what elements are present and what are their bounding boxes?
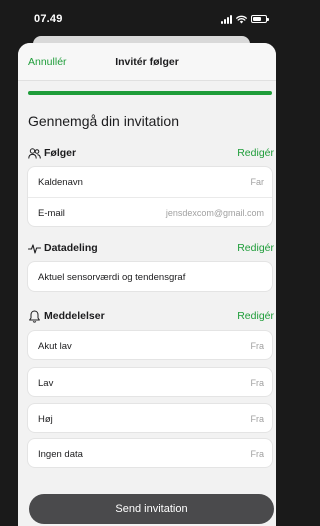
alert-value: Fra xyxy=(250,341,265,351)
email-value: jensdexcom@gmail.com xyxy=(165,208,264,218)
data-sharing-row: Aktuel sensorværdi og tendensgraf xyxy=(28,262,272,292)
people-icon xyxy=(28,148,41,159)
status-bar: 07.49 xyxy=(0,0,283,40)
alert-low-row: Lav Fra xyxy=(28,368,272,398)
pulse-icon xyxy=(28,244,41,254)
signal-icon xyxy=(221,14,232,24)
edit-follower-button[interactable]: Redigér xyxy=(237,147,274,159)
review-heading: Gennemgå din invitation xyxy=(28,113,179,129)
data-sharing-value: Aktuel sensorværdi og tendensgraf xyxy=(38,272,186,283)
bell-icon xyxy=(29,310,40,323)
alert-label: Høj xyxy=(38,414,53,425)
alert-no-data-row: Ingen data Fra xyxy=(28,439,272,469)
edit-data-sharing-button[interactable]: Redigér xyxy=(237,242,274,254)
data-sharing-card: Aktuel sensorværdi og tendensgraf xyxy=(27,261,273,292)
alert-no-data-card: Ingen data Fra xyxy=(27,438,273,468)
alert-value: Fra xyxy=(250,449,265,459)
alert-low-card: Lav Fra xyxy=(27,367,273,397)
follower-section-title: Følger xyxy=(44,147,77,159)
status-time: 07.49 xyxy=(34,13,63,25)
data-sharing-section-title: Datadeling xyxy=(44,242,98,254)
alert-label: Akut lav xyxy=(38,341,72,352)
follower-section-header: Følger Redigér xyxy=(28,146,274,162)
alert-value: Fra xyxy=(250,378,265,388)
nav-bar: Annullér Invitér følger xyxy=(18,43,276,81)
alert-urgent-low-row: Akut lav Fra xyxy=(28,331,272,361)
status-icons xyxy=(221,13,269,25)
send-invitation-button[interactable]: Send invitation xyxy=(29,494,274,524)
wifi-icon xyxy=(236,15,247,23)
battery-icon xyxy=(251,15,269,23)
alert-label: Ingen data xyxy=(38,449,83,460)
alert-high-row: Høj Fra xyxy=(28,404,272,434)
nickname-value: Far xyxy=(250,177,265,187)
email-label: E-mail xyxy=(38,208,65,219)
alert-urgent-low-card: Akut lav Fra xyxy=(27,330,273,360)
email-row: E-mail jensdexcom@gmail.com xyxy=(28,198,272,228)
notifications-section-header: Meddelelser Redigér xyxy=(28,309,274,325)
progress-bar xyxy=(28,91,272,95)
data-sharing-section-header: Datadeling Redigér xyxy=(28,241,274,257)
nickname-label: Kaldenavn xyxy=(38,177,83,188)
alert-label: Lav xyxy=(38,378,54,389)
follower-card: Kaldenavn Far E-mail jensdexcom@gmail.co… xyxy=(27,166,273,227)
invite-sheet: Annullér Invitér følger Gennemgå din inv… xyxy=(18,43,276,526)
alert-value: Fra xyxy=(250,414,265,424)
nickname-row: Kaldenavn Far xyxy=(28,167,272,197)
page-title: Invitér følger xyxy=(115,56,179,68)
notifications-section-title: Meddelelser xyxy=(44,310,105,322)
edit-notifications-button[interactable]: Redigér xyxy=(237,310,274,322)
alert-high-card: Høj Fra xyxy=(27,403,273,433)
